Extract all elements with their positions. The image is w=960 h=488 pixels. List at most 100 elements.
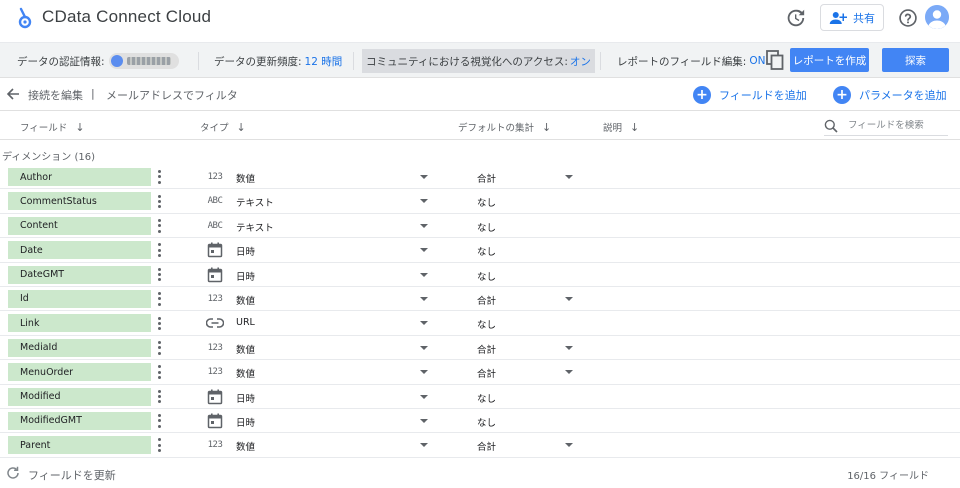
freshness-value[interactable]: 12 時間	[305, 54, 343, 69]
field-aggregation[interactable]: なし	[477, 220, 496, 234]
field-name-chip[interactable]: Link	[8, 314, 151, 333]
create-report-button[interactable]: レポートを作成	[790, 48, 869, 72]
link-icon	[204, 316, 226, 330]
table-row-dategmt: DateGMT 日時 なし	[0, 263, 960, 287]
calendar-icon	[204, 413, 226, 429]
column-header-type[interactable]: タイプ ↓	[200, 120, 246, 135]
more-vert-icon[interactable]	[156, 267, 162, 283]
field-edit-section[interactable]: レポートのフィールド編集: ON	[617, 43, 765, 79]
filter-by-email-link[interactable]: メールアドレスでフィルタ	[106, 87, 238, 103]
field-aggregation[interactable]: 合計	[477, 171, 496, 185]
field-aggregation[interactable]: 合計	[477, 366, 496, 380]
field-aggregation[interactable]: なし	[477, 269, 496, 283]
type-dropdown-caret-icon[interactable]	[420, 199, 428, 204]
field-type[interactable]: 日時	[236, 415, 255, 429]
column-header-default-agg[interactable]: デフォルトの集計 ↓	[458, 120, 551, 135]
explore-button[interactable]: 探索	[882, 48, 949, 72]
field-name-chip[interactable]: Id	[8, 289, 151, 308]
field-name-chip[interactable]: Parent	[8, 436, 151, 455]
type-dropdown-caret-icon[interactable]	[420, 394, 428, 399]
user-avatar[interactable]	[925, 5, 949, 29]
history-icon[interactable]	[784, 7, 806, 29]
refresh-fields-button[interactable]: フィールドを更新	[28, 467, 116, 483]
community-access-section[interactable]: コミュニティにおける視覚化へのアクセス: オン	[362, 43, 595, 79]
more-vert-icon[interactable]	[156, 413, 162, 429]
field-search[interactable]	[824, 116, 948, 136]
column-header-field[interactable]: フィールド ↓	[20, 120, 85, 135]
column-header-description[interactable]: 説明 ↓	[603, 120, 639, 135]
back-arrow-icon[interactable]	[6, 87, 20, 101]
field-type[interactable]: 数値	[236, 293, 255, 307]
more-vert-icon[interactable]	[156, 437, 162, 453]
field-name-chip[interactable]: ModifiedGMT	[8, 411, 151, 430]
field-aggregation[interactable]: 合計	[477, 342, 496, 356]
type-dropdown-caret-icon[interactable]	[420, 296, 428, 301]
credentials-section: データの認証情報:	[17, 43, 179, 79]
field-aggregation[interactable]: なし	[477, 195, 496, 209]
aggregation-dropdown-caret-icon[interactable]	[565, 175, 573, 179]
share-button[interactable]: 共有	[820, 4, 884, 31]
field-type[interactable]: テキスト	[236, 220, 274, 234]
aggregation-dropdown-caret-icon[interactable]	[565, 370, 573, 375]
field-type[interactable]: 日時	[236, 391, 255, 405]
field-type[interactable]: URL	[236, 317, 255, 328]
field-name-chip[interactable]: Modified	[8, 387, 151, 406]
aggregation-dropdown-caret-icon[interactable]	[565, 345, 573, 350]
type-dropdown-caret-icon[interactable]	[420, 370, 428, 375]
refresh-icon[interactable]	[6, 466, 20, 480]
aggregation-dropdown-caret-icon[interactable]	[565, 443, 573, 448]
more-vert-icon[interactable]	[156, 315, 162, 331]
field-type[interactable]: 日時	[236, 244, 255, 258]
field-name-chip[interactable]: CommentStatus	[8, 192, 151, 211]
field-name-chip[interactable]: DateGMT	[8, 265, 151, 284]
type-dropdown-caret-icon[interactable]	[420, 443, 428, 448]
field-search-input[interactable]	[848, 120, 944, 131]
add-parameter-button[interactable]: + パラメータを追加	[833, 86, 947, 104]
credentials-chip[interactable]	[108, 53, 179, 69]
copy-icon[interactable]	[766, 50, 784, 70]
type-dropdown-caret-icon[interactable]	[420, 223, 428, 228]
help-icon[interactable]	[898, 8, 918, 28]
more-vert-icon[interactable]	[156, 218, 162, 234]
more-vert-icon[interactable]	[156, 364, 162, 380]
community-access-toggle[interactable]: コミュニティにおける視覚化へのアクセス: オン	[362, 49, 595, 73]
field-type[interactable]: 数値	[236, 366, 255, 380]
app-header: CData Connect Cloud 共有	[0, 0, 960, 36]
field-name-chip[interactable]: Date	[8, 241, 151, 260]
add-field-button[interactable]: + フィールドを追加	[693, 86, 807, 104]
edit-connection-link[interactable]: 接続を編集	[28, 87, 83, 103]
freshness-section[interactable]: データの更新頻度: 12 時間	[214, 43, 342, 79]
type-dropdown-caret-icon[interactable]	[420, 248, 428, 253]
field-name-chip[interactable]: Content	[8, 216, 151, 235]
field-type[interactable]: 数値	[236, 439, 255, 453]
more-vert-icon[interactable]	[156, 389, 162, 405]
add-parameter-label: パラメータを追加	[859, 89, 947, 102]
field-name: Parent	[20, 439, 51, 451]
field-type[interactable]: 日時	[236, 269, 255, 283]
field-type[interactable]: テキスト	[236, 195, 274, 209]
more-vert-icon[interactable]	[156, 242, 162, 258]
type-dropdown-caret-icon[interactable]	[420, 272, 428, 277]
field-aggregation[interactable]: なし	[477, 415, 496, 429]
field-aggregation[interactable]: 合計	[477, 439, 496, 453]
field-aggregation[interactable]: なし	[477, 317, 496, 331]
field-edit-value[interactable]: ON	[749, 55, 765, 67]
field-type[interactable]: 数値	[236, 171, 255, 185]
credentials-name-redacted	[126, 57, 171, 65]
field-name-chip[interactable]: Author	[8, 168, 151, 186]
field-name-chip[interactable]: MenuOrder	[8, 363, 151, 382]
type-dropdown-caret-icon[interactable]	[420, 175, 428, 179]
type-dropdown-caret-icon[interactable]	[420, 418, 428, 423]
type-dropdown-caret-icon[interactable]	[420, 321, 428, 326]
more-vert-icon[interactable]	[156, 340, 162, 356]
field-aggregation[interactable]: なし	[477, 391, 496, 405]
type-dropdown-caret-icon[interactable]	[420, 345, 428, 350]
more-vert-icon[interactable]	[156, 169, 162, 185]
aggregation-dropdown-caret-icon[interactable]	[565, 296, 573, 301]
field-aggregation[interactable]: なし	[477, 244, 496, 258]
field-name-chip[interactable]: MediaId	[8, 338, 151, 357]
more-vert-icon[interactable]	[156, 291, 162, 307]
field-aggregation[interactable]: 合計	[477, 293, 496, 307]
field-type[interactable]: 数値	[236, 342, 255, 356]
more-vert-icon[interactable]	[156, 193, 162, 209]
